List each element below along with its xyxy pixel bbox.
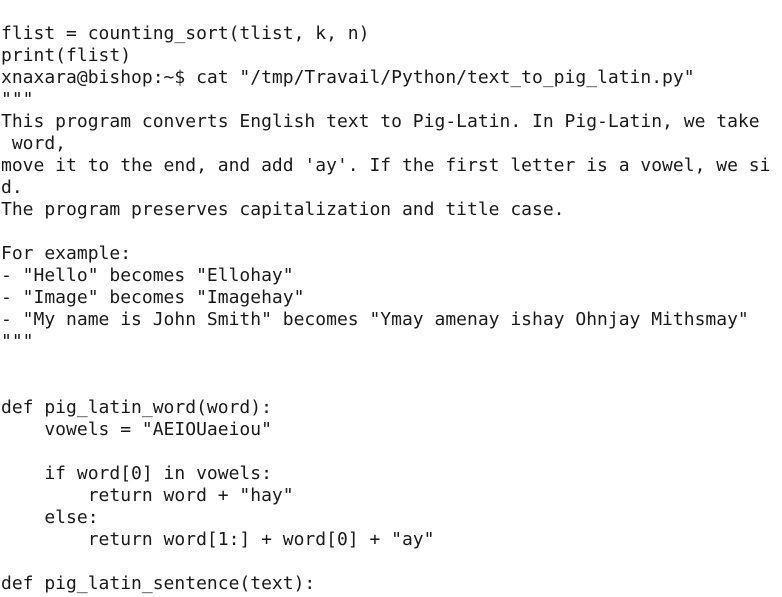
terminal-line: - "Hello" becomes "Ellohay" [1, 265, 294, 286]
terminal-line: vowels = "AEIOUaeiou" [1, 419, 272, 440]
terminal-line: This program converts English text to Pi… [1, 111, 760, 132]
terminal-line: word, [1, 133, 67, 154]
terminal-line: return word + "hay" [1, 485, 294, 506]
terminal-line: The program preserves capitalization and… [1, 199, 565, 220]
terminal-line: - "My name is John Smith" becomes "Ymay … [1, 309, 749, 330]
terminal-line: """ [1, 89, 34, 110]
terminal-line: def pig_latin_word(word): [1, 397, 272, 418]
terminal-line: - "Image" becomes "Imagehay" [1, 287, 305, 308]
terminal-prompt-line: xnaxara@bishop:~$ cat "/tmp/Travail/Pyth… [1, 67, 695, 88]
terminal-line: flist = counting_sort(tlist, k, n) [1, 23, 370, 44]
terminal-line: if word[0] in vowels: [1, 463, 272, 484]
terminal-line: d. [1, 177, 23, 198]
terminal-output[interactable]: flist = counting_sort(tlist, k, n) print… [0, 0, 782, 597]
terminal-line: print(flist) [1, 45, 132, 66]
terminal-line: else: [1, 507, 99, 528]
terminal-line: def pig_latin_sentence(text): [1, 573, 316, 594]
terminal-line: return word[1:] + word[0] + "ay" [1, 529, 435, 550]
terminal-line: For example: [1, 243, 132, 264]
terminal-line: move it to the end, and add 'ay'. If the… [1, 155, 771, 176]
terminal-line: """ [1, 331, 34, 352]
